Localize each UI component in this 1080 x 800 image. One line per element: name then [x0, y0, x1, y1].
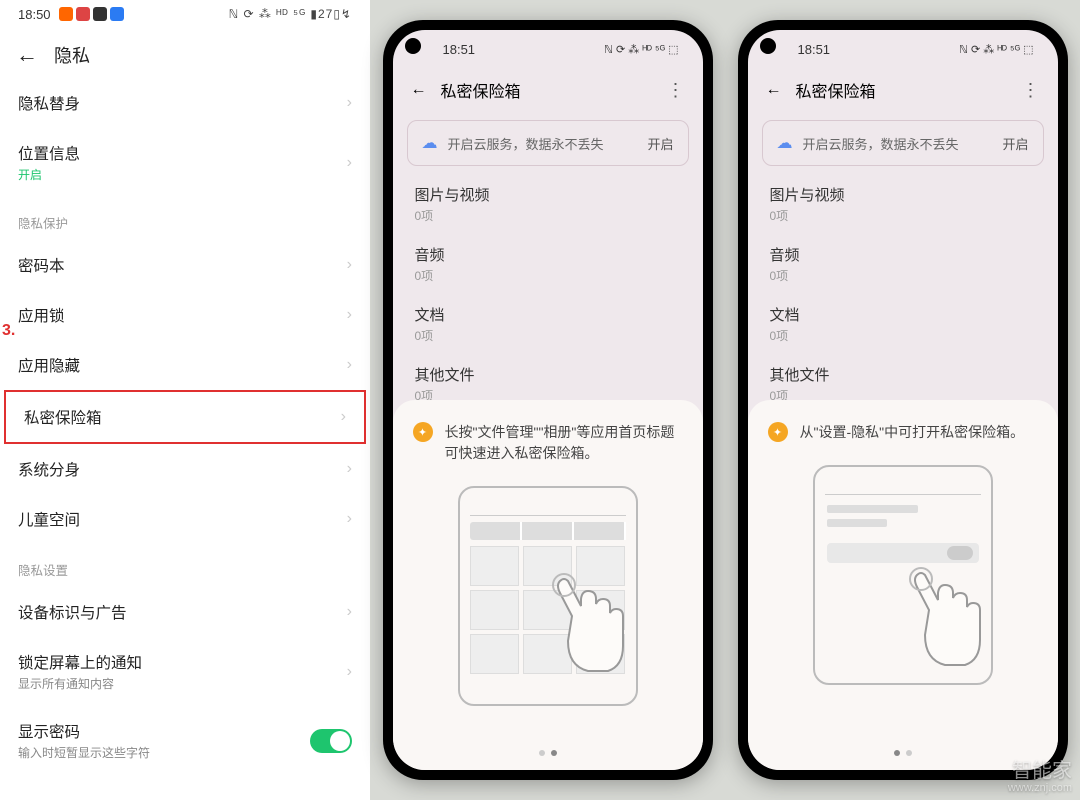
enable-link[interactable]: 开启 — [647, 134, 673, 153]
row-system-clone[interactable]: 系统分身› — [0, 444, 370, 494]
bulb-icon: ✦ — [413, 422, 433, 442]
tip-text: 长按"文件管理""相册"等应用首页标题可快速进入私密保险箱。 — [445, 422, 683, 464]
phone-photo-b: 18:51ℕ ⟳ ⁂ ᴴᴰ ⁵ᴳ ⬚ ← 私密保险箱 ⋮ ☁ 开启云服务，数据永… — [725, 0, 1080, 800]
settings-screenshot: 18:50 ℕ ⟳ ⁂ ᴴᴰ ⁵ᴳ ▮27▯↯ ← 隐私 隐私替身› 位置信息开… — [0, 0, 370, 800]
cat-docs[interactable]: 文档0项 — [748, 294, 1058, 354]
back-icon[interactable]: ← — [16, 42, 38, 68]
chevron-right-icon: › — [347, 356, 352, 374]
section-privacy-protection: 隐私保护 — [0, 197, 370, 240]
camera-hole — [760, 38, 776, 54]
chevron-right-icon: › — [347, 460, 352, 478]
page-dots — [748, 750, 1058, 756]
enable-link[interactable]: 开启 — [1002, 134, 1028, 153]
chevron-right-icon: › — [347, 603, 352, 621]
settings-list: 隐私替身› 位置信息开启› 隐私保护 密码本› 应用锁› 3.应用隐藏› 私密保… — [0, 78, 370, 800]
chevron-right-icon: › — [347, 154, 352, 172]
tip-text: 从"设置-隐私"中可打开私密保险箱。 — [800, 422, 1025, 443]
cat-audio[interactable]: 音频0项 — [748, 234, 1058, 294]
toggle-switch[interactable] — [310, 729, 352, 753]
row-kids-space[interactable]: 儿童空间› — [0, 494, 370, 544]
cloud-icon: ☁ — [777, 133, 793, 153]
more-icon[interactable]: ⋮ — [667, 80, 685, 101]
row-lockscreen-notif[interactable]: 锁定屏幕上的通知显示所有通知内容› — [0, 637, 370, 706]
status-system-icons: ℕ ⟳ ⁂ ᴴᴰ ⁵ᴳ ▮27▯↯ — [229, 7, 352, 21]
bulb-icon: ✦ — [768, 422, 788, 442]
chevron-right-icon: › — [341, 408, 346, 426]
page-dots — [393, 750, 703, 756]
hand-icon — [895, 565, 985, 675]
watermark: 智能家 www.znj.com — [1008, 760, 1072, 794]
cat-audio[interactable]: 音频0项 — [393, 234, 703, 294]
phone-photo-a: 18:51ℕ ⟳ ⁂ ᴴᴰ ⁵ᴳ ⬚ ← 私密保险箱 ⋮ ☁ 开启云服务，数据永… — [370, 0, 725, 800]
status-time: 18:50 — [18, 7, 51, 22]
chevron-right-icon: › — [347, 510, 352, 528]
hand-icon — [538, 571, 628, 681]
status-bar: 18:50 ℕ ⟳ ⁂ ᴴᴰ ⁵ᴳ ▮27▯↯ — [0, 0, 370, 28]
page-title: 私密保险箱 — [796, 78, 1008, 102]
page-header: ← 私密保险箱 ⋮ — [393, 68, 703, 112]
status-system-icons: ℕ ⟳ ⁂ ᴴᴰ ⁵ᴳ ⬚ — [959, 43, 1033, 56]
row-privacy-avatar[interactable]: 隐私替身› — [0, 78, 370, 128]
onboarding-tip-sheet: ✦ 长按"文件管理""相册"等应用首页标题可快速进入私密保险箱。 — [393, 400, 703, 770]
cloud-icon: ☁ — [422, 133, 438, 153]
illustration — [448, 486, 648, 716]
cloud-service-card[interactable]: ☁ 开启云服务，数据永不丢失 开启 — [762, 120, 1044, 166]
back-icon[interactable]: ← — [766, 81, 782, 99]
row-password-book[interactable]: 密码本› — [0, 240, 370, 290]
highlight-box: 私密保险箱› — [4, 390, 366, 444]
page-title: 私密保险箱 — [441, 78, 653, 102]
status-bar: 18:51ℕ ⟳ ⁂ ᴴᴰ ⁵ᴳ ⬚ — [748, 30, 1058, 68]
cat-images-video[interactable]: 图片与视频0项 — [748, 174, 1058, 234]
page-header: ← 私密保险箱 ⋮ — [748, 68, 1058, 112]
row-location[interactable]: 位置信息开启› — [0, 128, 370, 197]
camera-hole — [405, 38, 421, 54]
chevron-right-icon: › — [347, 94, 352, 112]
status-system-icons: ℕ ⟳ ⁂ ᴴᴰ ⁵ᴳ ⬚ — [604, 43, 678, 56]
cat-images-video[interactable]: 图片与视频0项 — [393, 174, 703, 234]
illustration — [803, 465, 1003, 695]
row-show-password[interactable]: 显示密码输入时短暂显示这些字符 — [0, 706, 370, 775]
row-app-lock[interactable]: 应用锁› — [0, 290, 370, 340]
step-marker: 3. — [2, 322, 15, 340]
more-icon[interactable]: ⋮ — [1022, 80, 1040, 101]
section-privacy-settings: 隐私设置 — [0, 544, 370, 587]
page-header: ← 隐私 — [0, 28, 370, 78]
back-icon[interactable]: ← — [411, 81, 427, 99]
chevron-right-icon: › — [347, 256, 352, 274]
row-private-safe[interactable]: 私密保险箱› — [6, 392, 364, 442]
onboarding-tip-sheet: ✦ 从"设置-隐私"中可打开私密保险箱。 — [748, 400, 1058, 770]
row-app-hide[interactable]: 3.应用隐藏› — [0, 340, 370, 390]
status-app-icons — [59, 7, 124, 21]
row-device-id-ads[interactable]: 设备标识与广告› — [0, 587, 370, 637]
chevron-right-icon: › — [347, 306, 352, 324]
chevron-right-icon: › — [347, 663, 352, 681]
page-title: 隐私 — [54, 42, 90, 68]
cat-docs[interactable]: 文档0项 — [393, 294, 703, 354]
status-bar: 18:51ℕ ⟳ ⁂ ᴴᴰ ⁵ᴳ ⬚ — [393, 30, 703, 68]
cloud-service-card[interactable]: ☁ 开启云服务，数据永不丢失 开启 — [407, 120, 689, 166]
